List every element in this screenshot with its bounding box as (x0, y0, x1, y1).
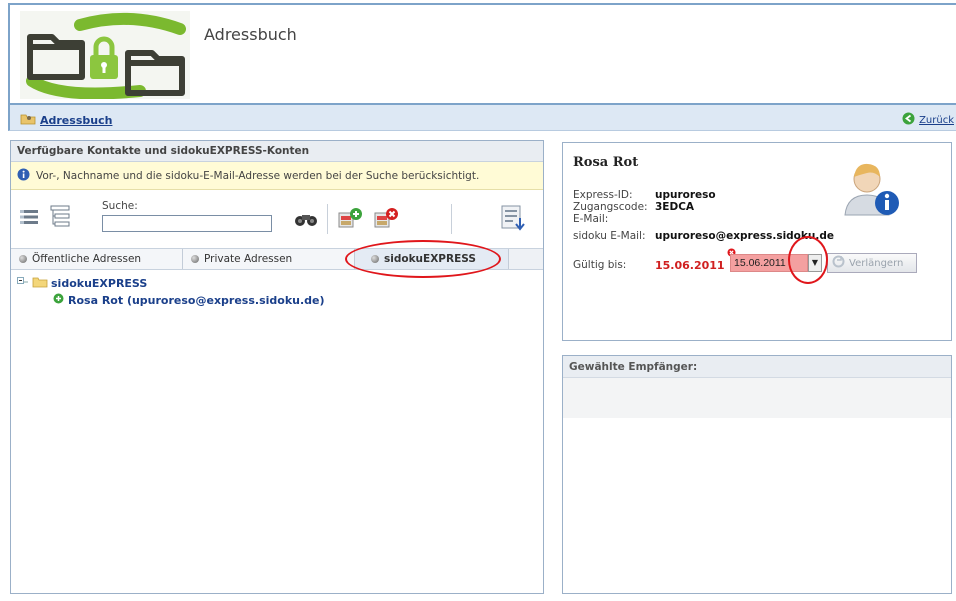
valid-until-value: 15.06.2011 (655, 259, 725, 272)
detail-row-email: E-Mail: (573, 213, 655, 225)
detail-row-access-code: Zugangscode: 3EDCA (573, 201, 694, 213)
tree-root-node[interactable]: sidokuEXPRESS (17, 276, 537, 291)
address-book-icon (20, 112, 36, 128)
search-input[interactable] (102, 215, 272, 232)
app-title: Adressbuch (204, 25, 297, 44)
contact-name: Rosa Rot (573, 155, 639, 170)
highlight-ellipse-date-button (788, 236, 828, 284)
detail-label: E-Mail: (573, 213, 609, 225)
highlight-ellipse-tab (345, 240, 501, 278)
import-list-icon[interactable] (500, 204, 526, 235)
nav-bar: Adressbuch Zurück (8, 103, 956, 131)
tab-label: Private Adressen (204, 253, 293, 265)
tab-public-addresses[interactable]: Öffentliche Adressen (11, 249, 183, 269)
tree-collapse-icon[interactable] (17, 277, 29, 290)
search-label: Suche: (102, 200, 138, 212)
binoculars-icon[interactable] (294, 211, 318, 230)
list-view-icon[interactable] (19, 208, 39, 229)
info-icon (17, 168, 30, 184)
tab-private-addresses[interactable]: Private Adressen (183, 249, 355, 269)
detail-row-express-id: Express-ID: upuroreso (573, 189, 716, 201)
detail-label: Express-ID: (573, 189, 633, 201)
refresh-icon (832, 255, 845, 271)
detail-value: upuroreso (655, 189, 716, 201)
back-arrow-icon[interactable] (902, 112, 915, 128)
extend-button-label: Verlängern (849, 257, 904, 269)
app-header: Adressbuch (8, 3, 956, 103)
tab-label: Öffentliche Adressen (32, 253, 142, 265)
back-link[interactable]: Zurück (919, 115, 954, 126)
user-info-avatar-icon (843, 159, 901, 222)
detail-label: Zugangscode: (573, 201, 648, 213)
toolbar-separator (327, 204, 328, 234)
app-logo (20, 11, 190, 100)
breadcrumb-address-book-link[interactable]: Adressbuch (40, 114, 112, 127)
back-control[interactable]: Zurück (902, 112, 954, 128)
extend-button[interactable]: Verlängern (827, 253, 917, 273)
search-info-bar: Vor-, Nachname und die sidoku-E-Mail-Adr… (11, 162, 543, 190)
folder-icon (32, 276, 48, 291)
tree-view-icon[interactable] (49, 204, 71, 231)
search-info-text: Vor-, Nachname und die sidoku-E-Mail-Adr… (36, 169, 480, 182)
contacts-toolbar: Suche: (11, 190, 543, 248)
radio-dot-icon (191, 255, 199, 263)
detail-value: 3EDCA (655, 201, 695, 213)
radio-dot-icon (19, 255, 27, 263)
recipients-panel-title: Gewählte Empfänger: (563, 356, 951, 378)
tree-root-label: sidokuEXPRESS (51, 277, 148, 290)
add-contact-icon[interactable] (337, 207, 363, 232)
toolbar-separator (451, 204, 452, 234)
detail-label: sidoku E-Mail: (573, 230, 646, 242)
valid-until-label: Gültig bis: (573, 259, 627, 271)
recipients-panel: Gewählte Empfänger: (562, 355, 952, 594)
contact-detail-panel: Rosa Rot Express-ID: upuroreso Zugangsco… (562, 142, 952, 341)
tree-item-label: Rosa Rot (upuroreso@express.sidoku.de) (68, 293, 325, 307)
tree-item-contact[interactable]: Rosa Rot (upuroreso@express.sidoku.de) (53, 293, 537, 307)
add-recipient-icon[interactable] (53, 293, 64, 307)
breadcrumb: Adressbuch (20, 112, 112, 128)
remove-contact-icon[interactable] (373, 207, 399, 232)
recipients-list (563, 378, 951, 418)
contacts-tree: sidokuEXPRESS Rosa Rot (upuroreso@expres… (11, 270, 543, 313)
contacts-panel-title: Verfügbare Kontakte und sidokuEXPRESS-Ko… (11, 141, 543, 162)
contacts-panel: Verfügbare Kontakte und sidokuEXPRESS-Ko… (10, 140, 544, 594)
